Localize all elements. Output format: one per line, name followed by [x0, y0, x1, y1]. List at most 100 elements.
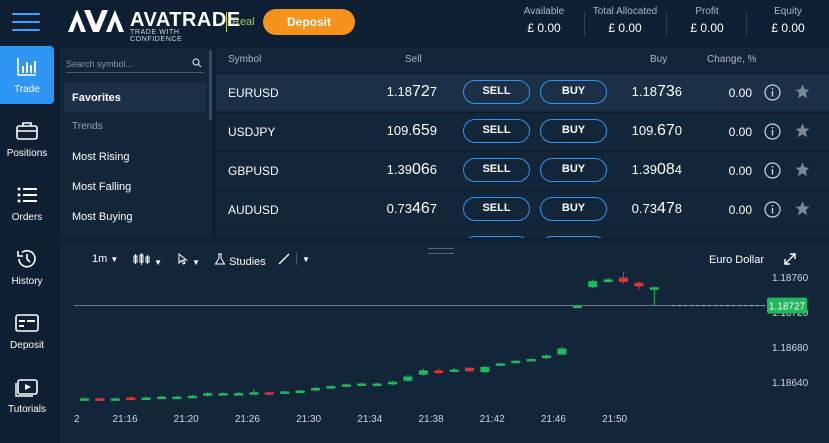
candle-body	[434, 370, 444, 373]
buy-button[interactable]: BUY	[540, 158, 607, 182]
candle-body	[480, 366, 490, 373]
nav-label: Orders	[11, 212, 43, 223]
top-bar: AVATRADE TRADE WITH CONFIDENCE Real Depo…	[0, 0, 829, 46]
candle-body	[649, 287, 659, 290]
chart-bars-icon	[17, 58, 36, 76]
price-pips: 65	[411, 122, 430, 139]
price-fraction: 4	[674, 162, 682, 177]
candle-body	[403, 376, 413, 381]
candle-body	[388, 381, 397, 385]
change-value: 0.00	[728, 203, 752, 217]
info-icon[interactable]	[764, 201, 781, 218]
candle-body	[80, 398, 89, 401]
search-input[interactable]	[66, 57, 186, 71]
category-favorites[interactable]: Favorites	[72, 92, 121, 104]
divider	[584, 12, 585, 36]
sell-button[interactable]: SELL	[463, 158, 530, 182]
table-row[interactable]: AUDUSD 0.73467 SELL BUY 0.73478 0.00	[216, 190, 829, 228]
candle-body	[311, 387, 320, 391]
candle-body	[187, 395, 197, 399]
buy-price: 0.73478	[602, 200, 682, 218]
nav-item-trade[interactable]: Trade	[0, 46, 54, 104]
table-row[interactable]: GBPUSD 1.39066 SELL BUY 1.39084 0.00	[216, 151, 829, 189]
avatrade-logo-mark-icon	[68, 10, 124, 32]
buy-button[interactable]: BUY	[540, 197, 607, 221]
nav-item-orders[interactable]: Orders	[0, 174, 54, 232]
sell-button[interactable]: SELL	[463, 119, 530, 143]
candle-body	[234, 393, 243, 396]
change-value: 0.00	[728, 164, 752, 178]
category-most-buying[interactable]: Most Buying	[72, 211, 133, 223]
buy-button[interactable]: BUY	[540, 80, 607, 104]
star-icon[interactable]	[794, 83, 811, 100]
change-value: 0.00	[728, 86, 752, 100]
candle-body	[495, 363, 505, 366]
search-box	[66, 55, 204, 73]
x-tick-label: 21:42	[480, 414, 505, 425]
info-icon[interactable]	[764, 162, 781, 179]
nav-label: Deposit	[10, 340, 44, 351]
stat-available: Available £ 0.00	[512, 6, 576, 35]
star-icon[interactable]	[794, 161, 811, 178]
price-main: 109.	[386, 123, 412, 138]
category-most-rising[interactable]: Most Rising	[72, 151, 129, 163]
candle-body	[572, 305, 582, 309]
card-icon	[15, 314, 39, 332]
nav-label: Trade	[14, 84, 40, 95]
price-main: 1.39	[631, 162, 657, 177]
nav-label: Positions	[6, 148, 48, 159]
info-icon[interactable]	[764, 84, 781, 101]
candle-body	[619, 277, 628, 282]
price-chart[interactable]: 1.187601.187201.186801.1864021:1621:2021…	[60, 242, 829, 443]
nav-item-tutorials[interactable]: Tutorials	[0, 366, 54, 424]
symbol-name: USDJPY	[228, 125, 276, 139]
candle-body	[465, 367, 474, 372]
sell-button[interactable]: SELL	[463, 197, 530, 221]
price-main: 1.39	[386, 162, 412, 177]
candle-body	[634, 282, 644, 287]
nav-label: Tutorials	[8, 404, 46, 415]
deposit-button[interactable]: Deposit	[263, 9, 355, 35]
categories-scrollbar[interactable]	[209, 50, 212, 120]
star-icon[interactable]	[794, 122, 811, 139]
price-main: 109.	[631, 123, 657, 138]
table-row[interactable]: EURUSD 1.18727 SELL BUY 1.18736 0.00	[216, 73, 829, 111]
stat-value: £ 0.00	[771, 21, 805, 35]
buy-button[interactable]: BUY	[540, 119, 607, 143]
price-fraction: 9	[429, 123, 437, 138]
candle-body	[280, 391, 290, 394]
star-icon[interactable]	[794, 200, 811, 217]
divider	[666, 12, 667, 36]
category-most-falling[interactable]: Most Falling	[72, 181, 131, 193]
table-row[interactable]	[216, 229, 829, 238]
left-nav: Trade Positions Orders History Deposit T…	[0, 46, 57, 443]
price-main: 1.18	[386, 84, 412, 99]
nav-item-history[interactable]: History	[0, 238, 54, 296]
table-row[interactable]: USDJPY 109.659 SELL BUY 109.670 0.00	[216, 112, 829, 150]
header-buy: Buy	[650, 54, 668, 65]
price-fraction: 7	[429, 84, 437, 99]
sell-button[interactable]: SELL	[463, 80, 530, 104]
header-change: Change, %	[707, 54, 757, 65]
price-fraction: 0	[674, 123, 682, 138]
stat-label: Equity	[774, 6, 802, 17]
hamburger-menu-icon[interactable]	[12, 11, 40, 33]
candle-body	[603, 279, 613, 282]
x-tick-label: 21:30	[296, 414, 321, 425]
price-main: 1.18	[631, 84, 657, 99]
search-icon[interactable]	[192, 58, 202, 68]
divider	[746, 12, 747, 36]
symbol-categories-panel: Favorites Trends Most Rising Most Fallin…	[60, 48, 212, 238]
info-icon[interactable]	[764, 123, 781, 140]
sell-price: 1.18727	[357, 83, 437, 101]
price-pips: 72	[411, 83, 430, 100]
buy-price: 1.18736	[602, 83, 682, 101]
sell-button[interactable]	[463, 236, 530, 238]
price-fraction: 7	[429, 201, 437, 216]
symbol-name: AUDUSD	[228, 203, 279, 217]
buy-button[interactable]	[540, 236, 607, 238]
nav-item-positions[interactable]: Positions	[0, 110, 54, 168]
y-tick-label: 1.18640	[772, 378, 809, 389]
stat-value: £ 0.00	[690, 21, 724, 35]
nav-item-deposit[interactable]: Deposit	[0, 302, 54, 360]
